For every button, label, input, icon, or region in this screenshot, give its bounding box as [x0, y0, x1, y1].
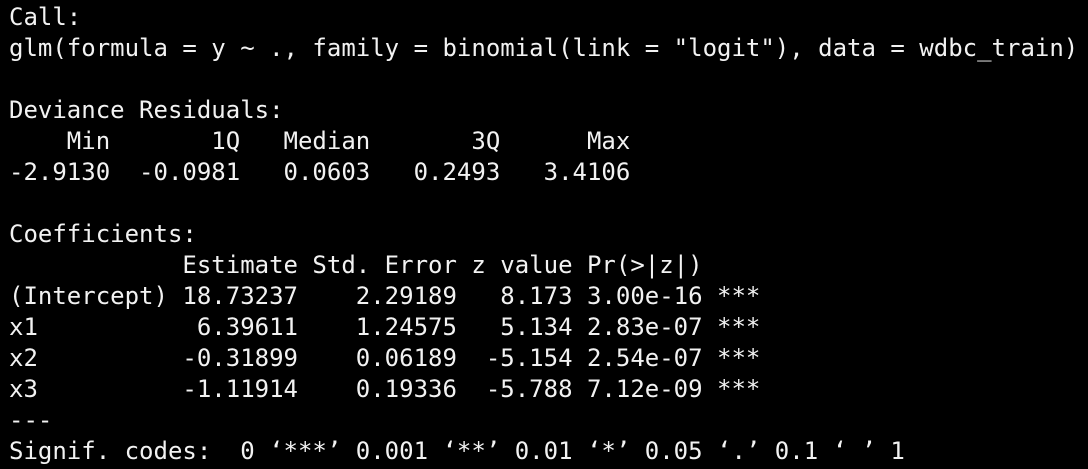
call-header: Call:	[9, 3, 82, 31]
separator-line: ---	[9, 406, 53, 434]
coefficient-row-intercept: (Intercept) 18.73237 2.29189 8.173 3.00e…	[9, 282, 761, 310]
call-formula: glm(formula = y ~ ., family = binomial(l…	[9, 34, 1079, 62]
coefficient-row-x2: x2 -0.31899 0.06189 -5.154 2.54e-07 ***	[9, 344, 761, 372]
coefficients-header: Coefficients:	[9, 220, 197, 248]
coefficients-columns: Estimate Std. Error z value Pr(>|z|)	[9, 251, 761, 279]
deviance-residuals-header: Deviance Residuals:	[9, 96, 284, 124]
coefficient-row-x1: x1 6.39611 1.24575 5.134 2.83e-07 ***	[9, 313, 761, 341]
signif-codes-line: Signif. codes: 0 ‘***’ 0.001 ‘**’ 0.01 ‘…	[9, 437, 905, 465]
r-console-output: Call: glm(formula = y ~ ., family = bino…	[0, 0, 1088, 469]
coefficient-row-x3: x3 -1.11914 0.19336 -5.788 7.12e-09 ***	[9, 375, 761, 403]
deviance-residuals-values: -2.9130 -0.0981 0.0603 0.2493 3.4106	[9, 158, 660, 186]
deviance-residuals-columns: Min 1Q Median 3Q Max	[9, 127, 660, 155]
